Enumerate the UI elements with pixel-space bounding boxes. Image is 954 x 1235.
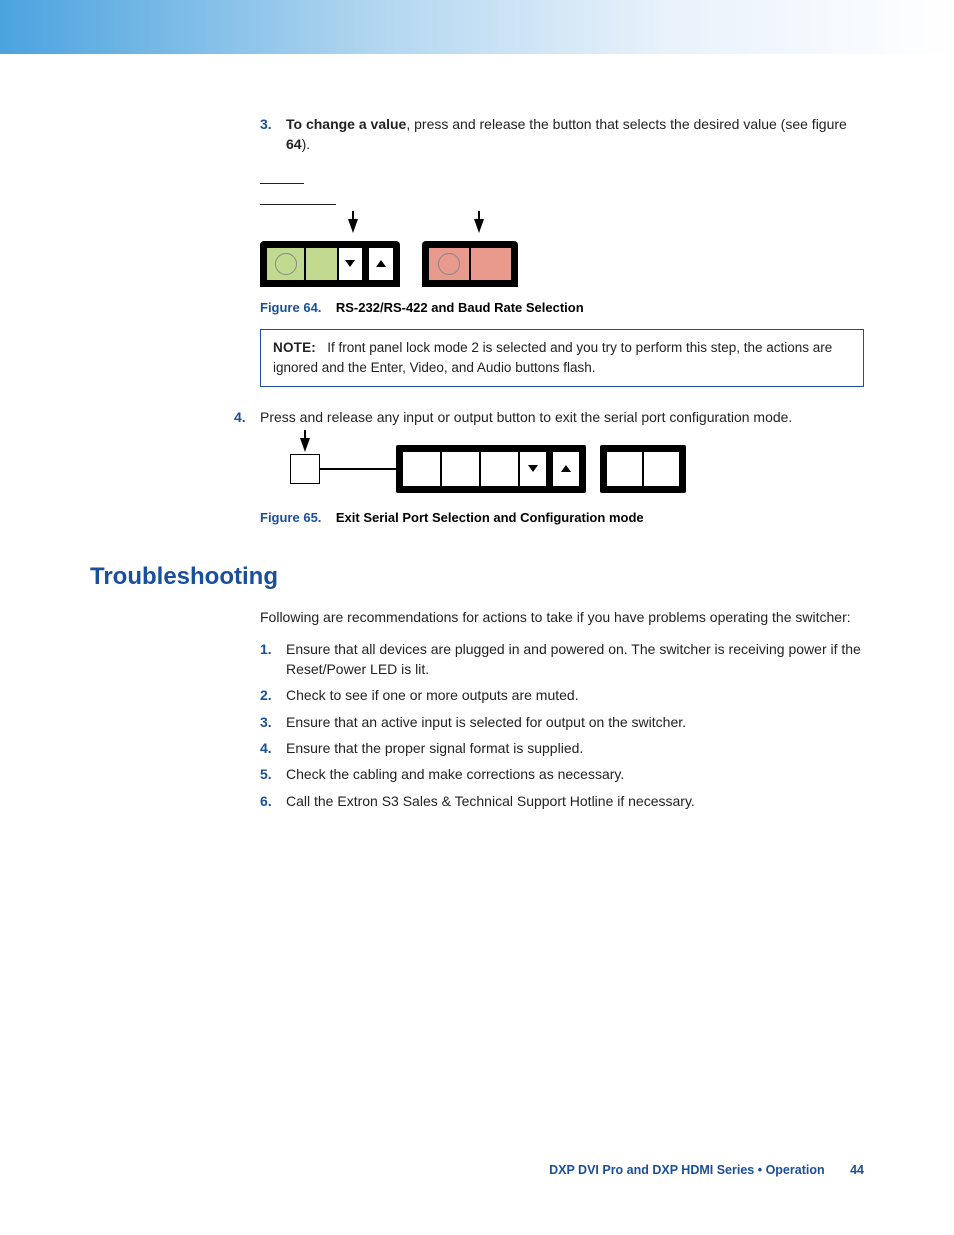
footer-text: DXP DVI Pro and DXP HDMI Series • Operat… — [549, 1163, 825, 1177]
step-number: 4. — [260, 738, 286, 758]
list-item-text: Check to see if one or more outputs are … — [286, 685, 579, 705]
step-number: 3. — [260, 114, 286, 155]
step-number: 3. — [260, 712, 286, 732]
step-3-rest2: ). — [302, 136, 311, 152]
list-item: 4. Ensure that the proper signal format … — [260, 738, 864, 758]
arrow-down-icon — [300, 438, 310, 452]
step-3-lead: To change a value — [286, 116, 406, 132]
list-item: 5. Check the cabling and make correction… — [260, 764, 864, 784]
list-item: 3. Ensure that an active input is select… — [260, 712, 864, 732]
control-panel — [600, 445, 686, 493]
figure-prefix: Exit — [336, 510, 363, 525]
list-item: 1. Ensure that all devices are plugged i… — [260, 639, 864, 680]
list-item-text: Check the cabling and make corrections a… — [286, 764, 624, 784]
arrow-down-icon — [348, 219, 358, 233]
triangle-down-icon — [345, 260, 355, 267]
divider — [260, 204, 336, 205]
page-footer: DXP DVI Pro and DXP HDMI Series • Operat… — [549, 1161, 864, 1179]
figure-bold: Serial Port Selection and Configuration — [363, 510, 605, 525]
figure-65-caption: Figure 65. Exit Serial Port Selection an… — [260, 509, 864, 528]
page-number: 44 — [850, 1163, 864, 1177]
header-gradient — [0, 0, 954, 54]
figure-label: Figure 65. — [260, 510, 321, 525]
note-box: NOTE: If front panel lock mode 2 is sele… — [260, 329, 864, 386]
figure-suffix: mode — [605, 510, 643, 525]
triangle-down-icon — [528, 465, 538, 472]
list-item-text: Call the Extron S3 Sales & Technical Sup… — [286, 791, 695, 811]
control-panel — [396, 445, 586, 493]
list-item: 2. Check to see if one or more outputs a… — [260, 685, 864, 705]
step-3-figref: 64 — [286, 136, 302, 152]
control-panel — [422, 241, 518, 287]
troubleshooting-heading: Troubleshooting — [90, 560, 864, 595]
step-3-text: To change a value, press and release the… — [286, 114, 864, 155]
divider — [260, 183, 304, 184]
step-4-text: Press and release any input or output bu… — [260, 407, 792, 427]
step-3-rest: , press and release the button that sele… — [406, 116, 847, 132]
troubleshooting-list: 1. Ensure that all devices are plugged i… — [260, 639, 864, 811]
step-number: 1. — [260, 639, 286, 680]
figure-65-graphic — [290, 445, 864, 493]
led-icon — [275, 253, 297, 275]
triangle-up-icon — [376, 260, 386, 267]
troubleshooting-intro: Following are recommendations for action… — [260, 607, 864, 627]
note-text: If front panel lock mode 2 is selected a… — [273, 340, 832, 375]
step-4: 4. Press and release any input or output… — [234, 407, 864, 427]
step-number: 5. — [260, 764, 286, 784]
connector-line — [320, 468, 396, 470]
list-item: 6. Call the Extron S3 Sales & Technical … — [260, 791, 864, 811]
arrow-down-icon — [474, 219, 484, 233]
figure-64-caption: Figure 64. RS-232/RS-422 and Baud Rate S… — [260, 299, 864, 318]
list-item-text: Ensure that an active input is selected … — [286, 712, 686, 732]
triangle-up-icon — [561, 465, 571, 472]
button-icon — [290, 454, 320, 484]
step-number: 4. — [234, 407, 260, 427]
figure-64-graphic — [260, 241, 864, 287]
list-item-text: Ensure that the proper signal format is … — [286, 738, 583, 758]
figure-title: RS-232/RS-422 and Baud Rate Selection — [336, 300, 584, 315]
step-number: 6. — [260, 791, 286, 811]
list-item-text: Ensure that all devices are plugged in a… — [286, 639, 864, 680]
step-number: 2. — [260, 685, 286, 705]
led-icon — [438, 253, 460, 275]
note-label: NOTE: — [273, 340, 316, 355]
control-panel — [260, 241, 400, 287]
figure-label: Figure 64. — [260, 300, 321, 315]
step-3: 3. To change a value, press and release … — [260, 114, 864, 155]
